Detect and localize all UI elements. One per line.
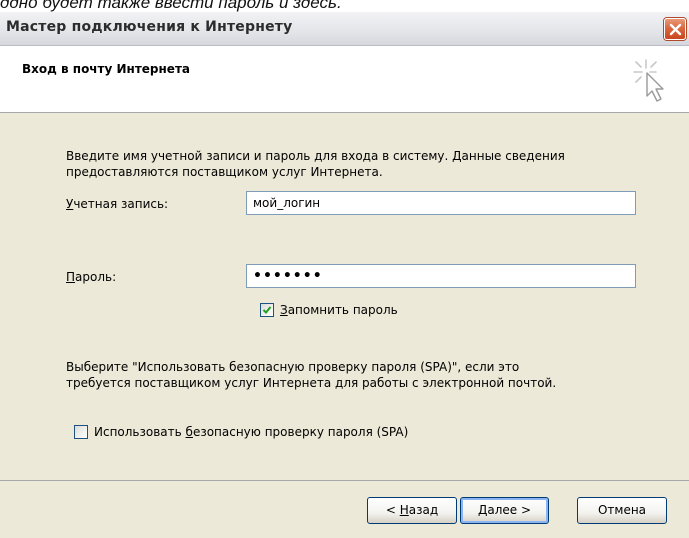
spa-checkbox[interactable] — [74, 425, 88, 439]
password-input[interactable] — [246, 264, 636, 288]
wizard-header: Вход в почту Интернета — [0, 46, 689, 113]
title-bar[interactable]: Мастер подключения к Интернету — [0, 12, 689, 46]
close-icon — [669, 23, 682, 36]
spa-label-before: Использовать — [94, 425, 186, 439]
account-label: Учетная запись: — [66, 196, 168, 212]
page-title: Вход в почту Интернета — [22, 62, 190, 76]
spa-note-line-2: требуется поставщиком услуг Интернета дл… — [66, 376, 557, 390]
footer-divider — [0, 480, 689, 481]
password-label-rest: ароль: — [75, 270, 117, 284]
spa-note-line-1: Выберите "Использовать безопасную провер… — [66, 360, 520, 374]
password-label: Пароль: — [66, 269, 116, 285]
wizard-cursor-icon — [633, 59, 664, 102]
account-input[interactable] — [246, 191, 636, 215]
remember-password-label[interactable]: Запомнить пароль — [280, 302, 398, 318]
account-label-rest: четная запись: — [73, 197, 169, 211]
back-rest: азад — [408, 503, 439, 517]
remember-label-accel: З — [280, 303, 288, 317]
remember-password-checkbox[interactable] — [260, 303, 274, 317]
intro-text-line-1: Введите имя учетной записи и пароль для … — [66, 149, 565, 163]
intro-text-line-2: предоставляются поставщиком услуг Интерн… — [66, 165, 383, 179]
next-rest: алее > — [487, 503, 532, 517]
back-button[interactable]: < Назад — [367, 497, 457, 524]
cancel-button[interactable]: Отмена — [577, 497, 667, 524]
close-button[interactable] — [664, 18, 686, 40]
password-label-accel: П — [66, 270, 76, 284]
back-prefix: < — [385, 503, 400, 517]
window-title: Мастер подключения к Интернету — [6, 19, 293, 35]
spa-label-accel: б — [185, 425, 193, 439]
next-button[interactable]: Далее > — [460, 497, 549, 524]
next-accel: Д — [477, 503, 488, 517]
remember-label-rest: апомнить пароль — [287, 303, 398, 317]
wizard-window: Мастер подключения к Интернету Вход в по… — [0, 12, 689, 538]
spa-checkbox-label[interactable]: Использовать безопасную проверку пароля … — [94, 424, 408, 440]
checkmark-icon — [262, 306, 272, 314]
spa-label-after: езопасную проверку пароля (SPA) — [192, 425, 409, 439]
back-accel: Н — [399, 503, 409, 517]
wizard-content: Введите имя учетной записи и пароль для … — [0, 113, 689, 480]
